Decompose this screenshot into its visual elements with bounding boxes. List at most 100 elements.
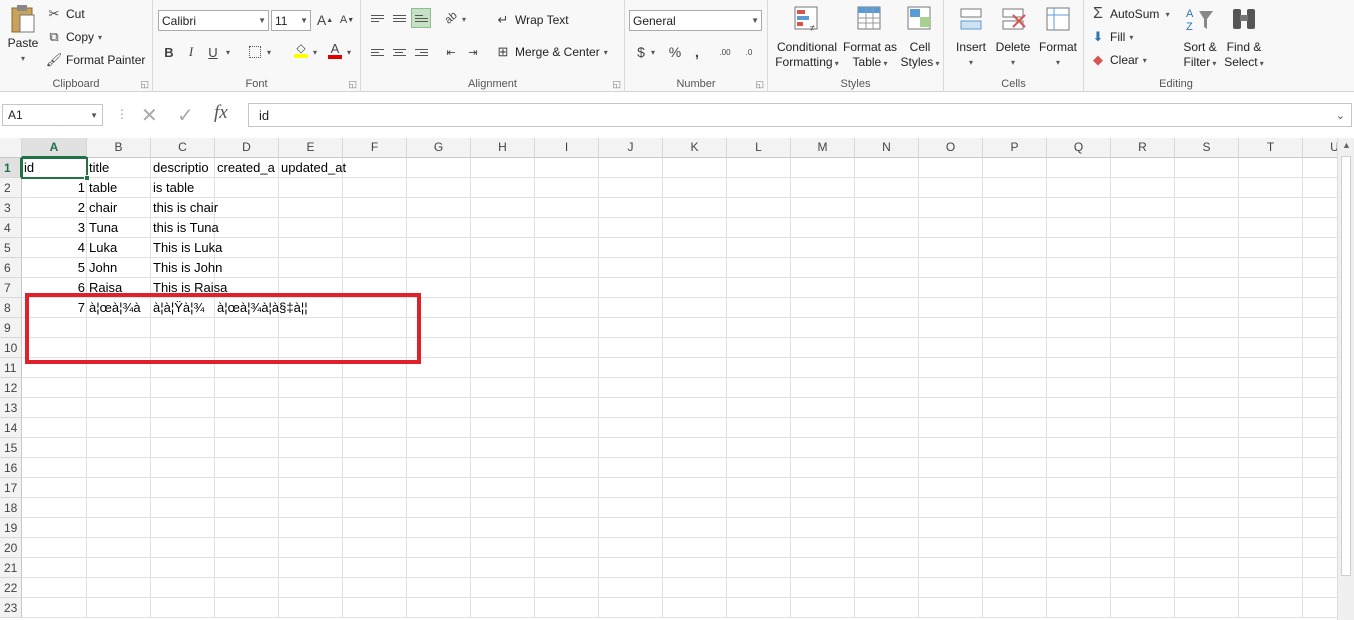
cell-c2[interactable]: is table bbox=[151, 178, 279, 198]
column-header-q[interactable]: Q bbox=[1047, 138, 1111, 158]
column-header-d[interactable]: D bbox=[215, 138, 279, 158]
chevron-down-icon[interactable]: ▾ bbox=[226, 48, 230, 57]
row-header-9[interactable]: 9 bbox=[0, 318, 22, 338]
row-header-13[interactable]: 13 bbox=[0, 398, 22, 418]
formula-input[interactable]: id ⌄ bbox=[248, 103, 1352, 127]
column-header-e[interactable]: E bbox=[279, 138, 343, 158]
percent-button[interactable]: % bbox=[665, 42, 685, 62]
cell-b4[interactable]: Tuna bbox=[87, 218, 151, 238]
clear-button[interactable]: ◆ Clear ▾ bbox=[1090, 51, 1147, 69]
cell-c3[interactable]: this is chair bbox=[151, 198, 279, 218]
cell-b5[interactable]: Luka bbox=[87, 238, 151, 258]
increase-indent-button[interactable]: ⇥ bbox=[463, 42, 483, 62]
fill-handle[interactable] bbox=[84, 175, 90, 181]
dialog-launcher-icon[interactable]: ◱ bbox=[755, 80, 764, 89]
align-right-button[interactable] bbox=[411, 42, 431, 62]
cell-b2[interactable]: table bbox=[87, 178, 151, 198]
format-as-table-button[interactable]: Format as Table ▾ bbox=[842, 4, 898, 71]
fill-color-button[interactable]: ◇ bbox=[291, 40, 311, 60]
cancel-icon[interactable]: ✕ bbox=[141, 103, 158, 128]
row-header-8[interactable]: 8 bbox=[0, 298, 22, 318]
format-cells-button[interactable]: Format ▾ bbox=[1036, 4, 1080, 70]
cut-button[interactable]: ✂ Cut bbox=[46, 5, 85, 23]
format-painter-button[interactable]: 🖌 Format Painter bbox=[46, 51, 146, 69]
chevron-down-icon[interactable]: ▾ bbox=[313, 48, 317, 57]
align-middle-button[interactable] bbox=[389, 8, 409, 28]
column-header-k[interactable]: K bbox=[663, 138, 727, 158]
align-left-button[interactable] bbox=[367, 42, 387, 62]
row-header-17[interactable]: 17 bbox=[0, 478, 22, 498]
enter-icon[interactable]: ✓ bbox=[177, 103, 194, 128]
increase-decimal-button[interactable]: .00 bbox=[715, 42, 735, 62]
font-name-select[interactable]: Calibri ▼ bbox=[158, 10, 269, 31]
align-bottom-button[interactable] bbox=[411, 8, 431, 28]
row-header-16[interactable]: 16 bbox=[0, 458, 22, 478]
cell-a4[interactable]: 3 bbox=[22, 218, 87, 238]
column-header-f[interactable]: F bbox=[343, 138, 407, 158]
row-header-11[interactable]: 11 bbox=[0, 358, 22, 378]
column-header-l[interactable]: L bbox=[727, 138, 791, 158]
column-header-j[interactable]: J bbox=[599, 138, 663, 158]
dialog-launcher-icon[interactable]: ◱ bbox=[612, 80, 621, 89]
column-header-i[interactable]: I bbox=[535, 138, 599, 158]
copy-button[interactable]: ⧉ Copy ▾ bbox=[46, 28, 102, 46]
column-header-g[interactable]: G bbox=[407, 138, 471, 158]
delete-button[interactable]: Delete ▾ bbox=[994, 4, 1032, 70]
row-header-21[interactable]: 21 bbox=[0, 558, 22, 578]
orientation-button[interactable]: ab bbox=[441, 8, 461, 28]
row-header-12[interactable]: 12 bbox=[0, 378, 22, 398]
cell-c6[interactable]: This is John bbox=[151, 258, 279, 278]
insert-button[interactable]: Insert ▾ bbox=[952, 4, 990, 70]
row-header-23[interactable]: 23 bbox=[0, 598, 22, 618]
column-header-s[interactable]: S bbox=[1175, 138, 1239, 158]
vertical-scrollbar[interactable]: ▲ bbox=[1337, 138, 1354, 620]
cell-a2[interactable]: 1 bbox=[22, 178, 87, 198]
column-header-m[interactable]: M bbox=[791, 138, 855, 158]
dialog-launcher-icon[interactable]: ◱ bbox=[140, 80, 149, 89]
row-header-7[interactable]: 7 bbox=[0, 278, 22, 298]
column-header-p[interactable]: P bbox=[983, 138, 1047, 158]
scroll-thumb[interactable] bbox=[1341, 156, 1351, 576]
wrap-text-button[interactable]: ↵ Wrap Text bbox=[495, 11, 569, 29]
column-header-n[interactable]: N bbox=[855, 138, 919, 158]
column-header-r[interactable]: R bbox=[1111, 138, 1175, 158]
paste-button[interactable]: Paste ▾ bbox=[4, 4, 42, 66]
cell-d1[interactable]: created_a bbox=[215, 158, 279, 178]
font-size-select[interactable]: 11 ▼ bbox=[271, 10, 311, 31]
find-select-button[interactable]: Find & Select ▾ bbox=[1222, 4, 1266, 71]
cell-a5[interactable]: 4 bbox=[22, 238, 87, 258]
column-header-t[interactable]: T bbox=[1239, 138, 1303, 158]
row-header-5[interactable]: 5 bbox=[0, 238, 22, 258]
currency-button[interactable]: $ bbox=[631, 42, 651, 62]
cell-c4[interactable]: this is Tuna bbox=[151, 218, 279, 238]
italic-button[interactable]: I bbox=[181, 42, 201, 62]
cell-b3[interactable]: chair bbox=[87, 198, 151, 218]
column-header-c[interactable]: C bbox=[151, 138, 215, 158]
chevron-down-icon[interactable]: ▾ bbox=[462, 15, 466, 24]
row-header-18[interactable]: 18 bbox=[0, 498, 22, 518]
column-header-h[interactable]: H bbox=[471, 138, 535, 158]
row-header-22[interactable]: 22 bbox=[0, 578, 22, 598]
chevron-down-icon[interactable]: ▾ bbox=[347, 48, 351, 57]
column-header-o[interactable]: O bbox=[919, 138, 983, 158]
merge-center-button[interactable]: ⊞ Merge & Center ▾ bbox=[495, 43, 608, 61]
decrease-indent-button[interactable]: ⇤ bbox=[441, 42, 461, 62]
row-header-4[interactable]: 4 bbox=[0, 218, 22, 238]
cell-a3[interactable]: 2 bbox=[22, 198, 87, 218]
row-header-19[interactable]: 19 bbox=[0, 518, 22, 538]
cell-b6[interactable]: John bbox=[87, 258, 151, 278]
cell-styles-button[interactable]: Cell Styles ▾ bbox=[898, 4, 942, 71]
row-header-3[interactable]: 3 bbox=[0, 198, 22, 218]
row-header-14[interactable]: 14 bbox=[0, 418, 22, 438]
fill-button[interactable]: ⬇ Fill ▾ bbox=[1090, 28, 1134, 46]
chevron-down-icon[interactable]: ▾ bbox=[267, 48, 271, 57]
column-header-b[interactable]: B bbox=[87, 138, 151, 158]
chevron-down-icon[interactable]: ▾ bbox=[651, 48, 655, 57]
sort-filter-button[interactable]: AZ Sort & Filter ▾ bbox=[1178, 4, 1222, 71]
comma-style-button[interactable]: , bbox=[687, 42, 707, 62]
bold-button[interactable]: B bbox=[159, 42, 179, 62]
underline-button[interactable]: U bbox=[203, 42, 223, 62]
cell-c1[interactable]: descriptio bbox=[151, 158, 215, 178]
scroll-up-icon[interactable]: ▲ bbox=[1342, 140, 1351, 150]
row-header-10[interactable]: 10 bbox=[0, 338, 22, 358]
